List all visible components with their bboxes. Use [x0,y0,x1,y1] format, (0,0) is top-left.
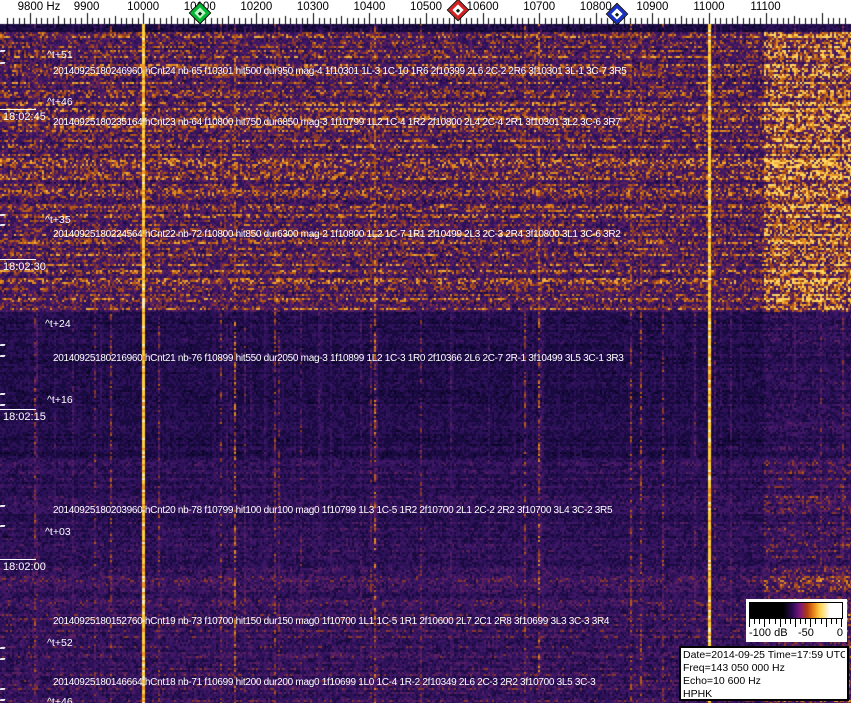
db-scale-ruler [749,619,843,627]
db-ruler-tick [841,619,842,627]
time-tick-line [0,559,36,560]
db-ruler-tick [790,619,791,624]
db-ruler-tick [815,619,816,624]
db-label-mid: -50 [798,627,814,639]
time-axis-label: 18:02:30 [3,261,46,273]
event-time-marker: ^t+16 [47,394,73,406]
time-axis-label: 18:02:45 [3,111,46,123]
info-echo-line: Echo=10 600 Hz [683,675,761,687]
time-axis-label: 18:02:15 [3,411,46,423]
db-ruler-tick [836,619,837,624]
event-data-line: 20140925180146664 hCnt18 nb-71 f10699 hi… [53,677,596,688]
db-ruler-tick [780,619,781,627]
event-data-line: 20140925180216960 hCnt21 nb-76 f10899 hi… [53,353,624,364]
db-ruler-tick [759,619,760,624]
db-ruler-tick [769,619,770,624]
time-axis-label: 18:02:00 [3,561,46,573]
db-ruler-tick [775,619,776,624]
db-ruler-tick [749,619,750,627]
meteor-spectrogram-app: 9800 Hz990010000101001020010300104001050… [0,0,851,703]
db-ruler-tick [785,619,786,624]
db-scale-labels: -100 dB -50 0 [746,627,847,641]
db-ruler-tick [800,619,801,624]
time-tick-line [0,409,36,410]
info-station-id: HPHK [683,688,713,700]
event-time-marker: ^t+35 [45,214,71,226]
event-time-marker: ^t+52 [47,637,73,649]
db-ruler-tick [831,619,832,624]
db-ruler-tick [810,619,811,627]
event-data-line: 20140925180152760 hCnt19 nb-73 f10700 hi… [53,616,610,627]
time-tick-line [0,109,36,110]
spectrogram-waterfall-canvas[interactable] [0,0,851,703]
event-time-marker: ^t+46 [47,96,73,108]
event-time-marker: ^t+24 [45,318,71,330]
db-ruler-tick [805,619,806,624]
time-tick-line [0,259,36,260]
db-label-min: -100 dB [749,627,788,639]
db-scale-legend: -100 dB -50 0 [746,599,847,642]
db-ruler-tick [821,619,822,624]
event-data-line: 20140925180235164 hCnt23 nb-64 f10800 hi… [53,117,621,128]
event-data-line: 20140925180203960 hCnt20 nb-78 f10799 hi… [53,505,613,516]
event-time-marker: ^t+51 [47,49,73,61]
color-gradient-bar [749,602,843,619]
info-date-line: Date=2014-09-25 Time=17:59 UTC [683,649,845,661]
db-ruler-tick [754,619,755,624]
event-data-line: 20140925180246960 hCnt24 nb-65 f10301 hi… [53,66,627,77]
db-ruler-tick [826,619,827,627]
event-time-marker: ^t+46 [47,696,73,703]
status-info-box: Date=2014-09-25 Time=17:59 UTC Freq=143 … [679,646,849,701]
event-data-line: 20140925180224564 hCnt22 nb-72 f10800 hi… [53,229,621,240]
event-time-marker: ^t+03 [45,526,71,538]
db-ruler-tick [795,619,796,627]
db-ruler-tick [764,619,765,627]
db-label-max: 0 [836,627,843,639]
info-freq-line: Freq=143 050 000 Hz [683,662,785,674]
